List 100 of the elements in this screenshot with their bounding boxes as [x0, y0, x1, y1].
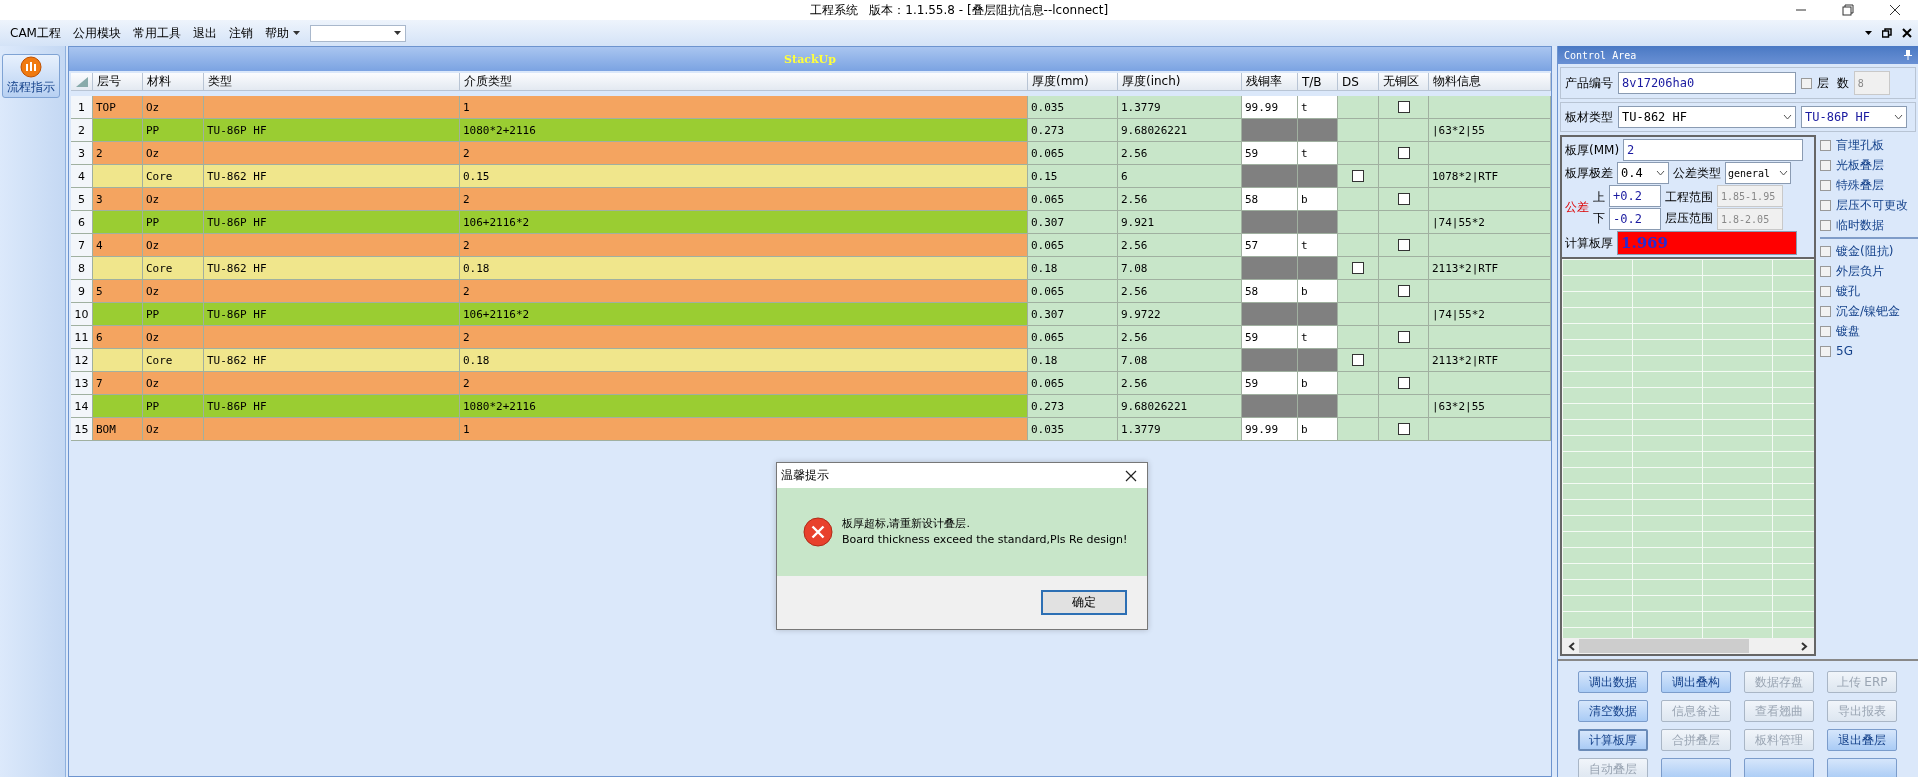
checkbox[interactable] [1820, 285, 1831, 297]
tolerance-type-select[interactable]: general [1725, 162, 1791, 184]
table-cell[interactable]: 59 [1242, 326, 1298, 349]
table-cell[interactable]: b [1298, 372, 1338, 395]
table-cell[interactable]: 58 [1242, 188, 1298, 211]
checkbox-label[interactable]: 层压不可更改 [1836, 196, 1908, 214]
action-button[interactable]: 调出数据 [1578, 671, 1648, 693]
checkbox-label[interactable]: 外层负片 [1836, 262, 1884, 280]
action-button[interactable]: 计算板厚 [1578, 729, 1648, 751]
checkbox-label[interactable]: 盲埋孔板 [1836, 136, 1884, 154]
checkbox[interactable] [1820, 139, 1831, 151]
action-button[interactable]: 清空数据 [1578, 700, 1648, 722]
pp-material-select[interactable]: TU-86P HF [1801, 106, 1907, 128]
close-icon[interactable] [1888, 4, 1901, 16]
table-cell: 0.035 [1028, 418, 1118, 441]
checkbox[interactable] [1352, 354, 1364, 366]
table-cell[interactable]: 99.99 [1242, 96, 1298, 119]
checkbox[interactable] [1820, 219, 1831, 231]
checkbox[interactable] [1801, 77, 1812, 89]
table-cell: 0.065 [1028, 234, 1118, 257]
table-cell: |74|55*2 [1429, 303, 1551, 326]
menu-item[interactable]: 常用工具 [126, 24, 187, 42]
checkbox[interactable] [1397, 377, 1410, 389]
table-cell: 0.065 [1028, 326, 1118, 349]
pin-icon[interactable] [1904, 50, 1912, 60]
ok-button[interactable]: 确定 [1041, 590, 1127, 615]
table-cell[interactable]: b [1298, 188, 1338, 211]
checkbox[interactable] [1397, 423, 1410, 435]
horizontal-scrollbar[interactable] [1562, 638, 1814, 654]
upper-tolerance-field[interactable]: +0.2 [1609, 185, 1661, 207]
checkbox-label[interactable]: 光板叠层 [1836, 156, 1884, 174]
checkbox[interactable] [1397, 147, 1410, 159]
product-number-field[interactable]: 8v17206ha0 [1618, 72, 1796, 94]
checkbox[interactable] [1820, 179, 1831, 191]
checkbox-label[interactable]: 镀孔 [1836, 282, 1860, 300]
checkbox[interactable] [1397, 193, 1410, 205]
column-header[interactable]: 无铜区 [1379, 73, 1429, 91]
checkbox[interactable] [1820, 345, 1831, 357]
checkbox[interactable] [1352, 262, 1364, 274]
table-cell[interactable]: 57 [1242, 234, 1298, 257]
table-cell: 0.15 [1028, 165, 1118, 188]
column-header[interactable]: 类型 [204, 73, 460, 91]
corner-cell[interactable] [71, 73, 93, 91]
close-icon[interactable] [1902, 28, 1912, 38]
table-cell [1242, 165, 1298, 188]
table-cell[interactable]: 58 [1242, 280, 1298, 303]
checkbox[interactable] [1397, 101, 1410, 113]
table-cell[interactable]: t [1298, 142, 1338, 165]
checkbox[interactable] [1352, 170, 1364, 182]
table-cell[interactable]: b [1298, 280, 1338, 303]
menu-item[interactable]: 退出 [186, 24, 223, 42]
checkbox[interactable] [1397, 239, 1410, 251]
column-header[interactable]: 层号 [93, 73, 143, 91]
table-cell[interactable]: t [1298, 234, 1338, 257]
table-cell[interactable]: b [1298, 418, 1338, 441]
table-cell: 2.56 [1118, 326, 1242, 349]
column-header[interactable]: 材料 [143, 73, 204, 91]
column-header[interactable]: 物料信息 [1429, 73, 1551, 91]
menu-item[interactable]: CAM工程 [4, 24, 67, 42]
table-cell: PP [143, 395, 204, 418]
caret-icon[interactable] [1865, 31, 1872, 35]
table-cell[interactable]: t [1298, 96, 1338, 119]
thickness-field[interactable]: 2 [1623, 139, 1804, 161]
table-cell[interactable]: t [1298, 326, 1338, 349]
menu-item[interactable]: 公用模块 [66, 24, 127, 42]
checkbox[interactable] [1397, 331, 1410, 343]
action-button[interactable]: 退出叠层 [1827, 729, 1897, 751]
core-material-select[interactable]: TU-862 HF [1618, 106, 1796, 128]
checkbox[interactable] [1820, 325, 1831, 337]
menu-item[interactable]: 注销 [222, 24, 259, 42]
checkbox-label[interactable]: 临时数据 [1836, 216, 1884, 234]
checkbox[interactable] [1820, 159, 1831, 171]
table-cell [93, 165, 143, 188]
checkbox-label[interactable]: 特殊叠层 [1836, 176, 1884, 194]
checkbox-label[interactable]: 沉金/镍钯金 [1836, 302, 1901, 320]
column-header[interactable]: T/B [1298, 73, 1338, 91]
checkbox-label[interactable]: 5G [1836, 344, 1853, 358]
checkbox[interactable] [1820, 245, 1831, 257]
lower-tolerance-field[interactable]: -0.2 [1609, 208, 1661, 230]
column-header[interactable]: 厚度(inch) [1118, 73, 1242, 91]
checkbox[interactable] [1820, 265, 1831, 277]
column-header[interactable]: DS [1338, 73, 1379, 91]
checkbox-label[interactable]: 镀盘 [1836, 322, 1860, 340]
column-header[interactable]: 介质类型 [460, 73, 1028, 91]
table-cell[interactable]: 99.99 [1242, 418, 1298, 441]
close-icon[interactable] [1125, 469, 1137, 482]
table-cell[interactable]: 59 [1242, 142, 1298, 165]
table-cell[interactable]: 59 [1242, 372, 1298, 395]
flow-guide-button[interactable]: 流程指示 [2, 54, 60, 98]
checkbox[interactable] [1397, 285, 1410, 297]
checkbox[interactable] [1820, 199, 1831, 211]
caret-icon[interactable] [292, 31, 300, 35]
menu-item[interactable]: 帮助 [258, 24, 295, 42]
range-select[interactable]: 0.4 [1617, 162, 1669, 184]
column-header[interactable]: 残铜率 [1242, 73, 1298, 91]
column-header[interactable]: 厚度(mm) [1028, 73, 1118, 91]
action-button[interactable]: 调出叠构 [1661, 671, 1731, 693]
restore-icon[interactable] [1882, 28, 1892, 38]
checkbox[interactable] [1820, 305, 1831, 317]
checkbox-label[interactable]: 镀金(阻抗) [1836, 242, 1894, 260]
